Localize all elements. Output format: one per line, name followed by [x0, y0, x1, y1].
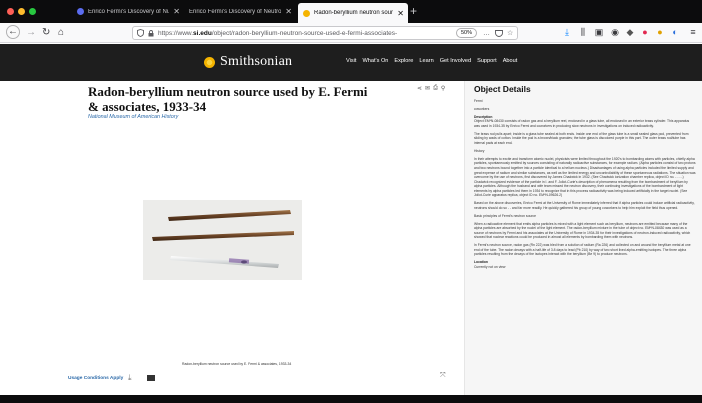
fullscreen-icon[interactable]: ⤧ — [440, 372, 446, 380]
lock-icon[interactable] — [148, 29, 154, 37]
minimize-window-button[interactable] — [18, 8, 25, 15]
home-button[interactable]: ⌂ — [58, 26, 64, 39]
museum-link[interactable]: National Museum of American History — [88, 114, 178, 120]
usage-conditions-link[interactable]: Usage Conditions Apply — [68, 376, 123, 381]
mask-extension-icon[interactable]: ◆ — [625, 27, 635, 38]
logo-text: Smithsonian — [220, 54, 293, 69]
history-text: In their attempts to excite and transfor… — [474, 156, 696, 198]
details-body: Fermi coworkers Description Object EM*N-… — [474, 99, 696, 273]
browser-tab[interactable]: Enrico Fermi's Discovery of Nuc ✕ — [72, 3, 184, 20]
tab-favicon-icon — [77, 8, 84, 15]
browser-navigation-bar: ← → ↻ ⌂ https://www.si.edu/object/radon-… — [0, 23, 702, 43]
back-arrow-icon: ← — [8, 26, 18, 37]
url-prefix: https://www. — [158, 29, 194, 37]
location-value: Currently not on view — [474, 264, 506, 269]
sun-logo-icon — [204, 56, 215, 68]
details-heading: Object Details — [474, 84, 531, 94]
tab-title: Enrico Fermi's Discovery of Nuc — [88, 8, 170, 15]
account-icon[interactable]: ◐ — [670, 27, 680, 38]
site-header: Smithsonian Visit What's On Explore Lear… — [0, 44, 702, 81]
maximize-window-button[interactable] — [29, 8, 36, 15]
object-details-panel: Object Details Fermi coworkers Descripti… — [464, 81, 702, 395]
tab-title: Radon-beryllium neutron sourc — [314, 10, 394, 16]
zoom-level-button[interactable]: 50% — [456, 28, 478, 38]
menu-item-whats-on[interactable]: What's On — [362, 58, 388, 64]
photo-caption: Radon-beryllium neutron source used by E… — [182, 362, 292, 366]
smithsonian-favicon-icon — [303, 9, 310, 17]
forward-arrow-icon: → — [26, 27, 36, 38]
back-button[interactable]: ← — [6, 25, 20, 39]
close-tab-icon[interactable]: ✕ — [173, 7, 180, 16]
extension-icon[interactable]: ◉ — [610, 27, 620, 38]
email-icon[interactable]: ✉ — [425, 85, 430, 92]
principles-label: Basic principles of Fermi's neutron sour… — [474, 213, 536, 218]
principles-text: In Fermi's neutron source, radon gas (Rn… — [474, 243, 691, 257]
pocket-extension-icon[interactable]: ● — [640, 27, 650, 38]
page-actions-icon[interactable]: … — [483, 30, 490, 37]
link-icon[interactable]: ⚲ — [441, 85, 445, 92]
object-title: Radon-beryllium neutron source used by E… — [88, 84, 368, 114]
window-bottom-edge — [0, 395, 702, 403]
menu-item-learn[interactable]: Learn — [419, 58, 433, 64]
honey-extension-icon[interactable]: ● — [655, 27, 665, 38]
browser-tab-active[interactable]: Radon-beryllium neutron sourc ✕ — [298, 3, 408, 23]
history-label: History — [474, 148, 485, 153]
print-icon[interactable]: ⎙ — [433, 85, 438, 92]
close-tab-icon[interactable]: ✕ — [397, 9, 404, 18]
new-tab-button[interactable]: + — [410, 4, 417, 18]
address-bar[interactable]: https://www.si.edu/object/radon-berylliu… — [132, 26, 518, 40]
forward-button[interactable]: → — [26, 26, 36, 39]
description-text: Object EM*N-08430 consists of radon gas … — [474, 119, 690, 128]
shield-icon[interactable] — [137, 29, 144, 37]
browser-tab[interactable]: Enrico Fermi's Discovery of Neutro ✕ — [184, 3, 296, 20]
menu-item-support[interactable]: Support — [477, 58, 497, 64]
browser-tab-bar: Enrico Fermi's Discovery of Nuc ✕ Enrico… — [0, 0, 702, 23]
tab-title: Enrico Fermi's Discovery of Neutro — [189, 8, 282, 15]
pocket-icon[interactable] — [495, 29, 503, 37]
url-text: https://www.si.edu/object/radon-berylliu… — [158, 30, 453, 37]
close-window-button[interactable] — [7, 8, 14, 15]
bookmark-star-icon[interactable]: ☆ — [507, 29, 513, 37]
url-path: /object/radon-beryllium-neutron-source-u… — [211, 29, 398, 37]
downloads-icon[interactable]: ⤓ — [562, 27, 572, 38]
url-domain: si.edu — [193, 29, 212, 37]
role-label: Fermi — [474, 99, 483, 103]
reload-button[interactable]: ↻ — [42, 26, 50, 39]
principles-text: When a radioactive element that emits al… — [474, 221, 691, 240]
menu-hamburger-icon[interactable]: ≡ — [688, 27, 698, 38]
main-menu: Visit What's On Explore Learn Get Involv… — [346, 58, 517, 64]
menu-item-about[interactable]: About — [503, 58, 518, 64]
reload-icon: ↻ — [42, 27, 51, 38]
home-icon: ⌂ — [58, 27, 65, 38]
smithsonian-logo[interactable]: Smithsonian — [204, 54, 292, 70]
sidebar-icon[interactable]: ▣ — [594, 27, 604, 38]
share-toolbar: ⋖ ✉ ⎙ ⚲ — [417, 85, 445, 92]
download-icon[interactable]: ⤓ — [128, 373, 132, 383]
iiif-viewer-icon[interactable] — [147, 375, 155, 381]
object-photo[interactable] — [143, 200, 302, 280]
description-text: The brass rod pulls apart; inside is a g… — [474, 131, 689, 145]
library-icon[interactable]: ⫼ — [578, 27, 588, 38]
history-text: Based on the above discoveries, Enrico F… — [474, 201, 695, 210]
close-tab-icon[interactable]: ✕ — [285, 7, 292, 16]
menu-item-visit[interactable]: Visit — [346, 58, 356, 64]
share-icon[interactable]: ⋖ — [417, 85, 422, 92]
menu-item-explore[interactable]: Explore — [394, 58, 413, 64]
role-value: coworkers — [474, 106, 490, 111]
menu-item-get-involved[interactable]: Get Involved — [440, 58, 471, 64]
